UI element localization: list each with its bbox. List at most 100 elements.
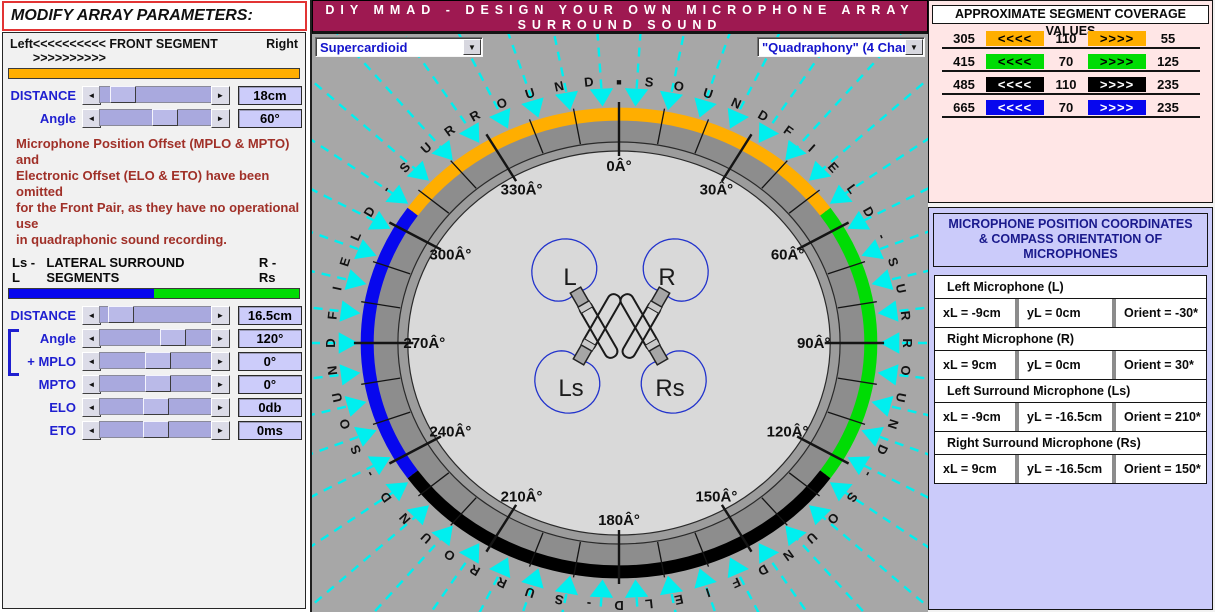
- dropdown-arrow-icon[interactable]: ▼: [905, 39, 923, 55]
- slider-label: ETO: [6, 423, 82, 438]
- soundfield-arrowhead-icon: [785, 526, 807, 547]
- ring-letter: N: [885, 417, 902, 431]
- ring-letter: O: [898, 365, 914, 377]
- slider-right-arrow-icon[interactable]: ►: [211, 109, 230, 128]
- coverage-row: 485<<<<110>>>>235: [942, 76, 1200, 95]
- degree-label: 60Â°: [771, 246, 805, 264]
- slider-row: Angle◄►120°: [6, 328, 302, 349]
- modify-array-parameters-panel: MODIFY ARRAY PARAMETERS: Left <<<<<<<<<<…: [0, 0, 312, 612]
- slider-thumb[interactable]: [110, 86, 136, 103]
- soundfield-arrow-icon: [819, 514, 928, 612]
- slider-thumb[interactable]: [143, 421, 169, 438]
- soundfield-arrow-icon: [766, 553, 879, 612]
- coverage-from: 665: [942, 100, 986, 115]
- slider[interactable]: ◄►: [82, 109, 230, 128]
- soundfield-arrow-icon: [312, 514, 419, 612]
- dropdown-arrow-icon[interactable]: ▼: [463, 39, 481, 55]
- soundfield-arrowhead-icon: [459, 543, 479, 564]
- slider[interactable]: ◄►: [82, 375, 230, 394]
- soundfield-arrow-icon: [312, 234, 354, 282]
- ring-letter: R: [900, 338, 915, 348]
- slider-right-arrow-icon[interactable]: ►: [211, 86, 230, 105]
- slider-thumb[interactable]: [152, 109, 178, 126]
- slider-track[interactable]: [99, 329, 213, 346]
- mic-orient-value: Orient = 150*: [1116, 455, 1206, 483]
- ring-letter: D: [583, 74, 594, 90]
- slider-right-arrow-icon[interactable]: ►: [211, 306, 230, 325]
- mic-orient-value: Orient = -30*: [1116, 299, 1206, 327]
- coverage-left-arrows: <<<<: [986, 31, 1044, 46]
- slider-thumb[interactable]: [160, 329, 186, 346]
- ring-letter: -: [861, 469, 876, 480]
- slider[interactable]: ◄►: [82, 329, 230, 348]
- slider-thumb[interactable]: [143, 398, 169, 415]
- slider-thumb[interactable]: [108, 306, 134, 323]
- slider-value: 0db: [238, 398, 302, 417]
- soundfield-area: ■SOUNDFIELD-SURROUND-SOUNDFIELD-SURROUND…: [312, 34, 928, 612]
- slider-thumb[interactable]: [145, 352, 171, 369]
- degree-label: 90Â°: [797, 334, 831, 352]
- mic-y-value: yL = -16.5cm: [1019, 403, 1116, 431]
- coverage-left-arrows: <<<<: [986, 54, 1044, 69]
- slider-right-arrow-icon[interactable]: ►: [211, 398, 230, 417]
- lateral-sliders: DISTANCE◄►16.5cmAngle◄►120°+ MPLO◄►0°MPT…: [6, 305, 302, 441]
- mic-y-value: yL = 0cm: [1019, 351, 1116, 379]
- soundfield-arrowhead-icon: [878, 364, 899, 385]
- mic-x-value: xL = 9cm: [935, 351, 1019, 379]
- polar-pattern-dropdown[interactable]: Supercardioid ▼: [315, 37, 483, 57]
- slider[interactable]: ◄►: [82, 86, 230, 105]
- slider-right-arrow-icon[interactable]: ►: [211, 329, 230, 348]
- slider[interactable]: ◄►: [82, 421, 230, 440]
- ring-letter: S: [885, 255, 902, 268]
- mic-y-value: yL = -16.5cm: [1019, 455, 1116, 483]
- slider-thumb[interactable]: [145, 375, 171, 392]
- slider[interactable]: ◄►: [82, 306, 230, 325]
- ring-letter: S: [347, 442, 364, 456]
- slider[interactable]: ◄►: [82, 398, 230, 417]
- coverage-span: 110: [1044, 77, 1088, 92]
- soundfield-arrowhead-icon: [521, 97, 543, 117]
- offset-warning-text: Microphone Position Offset (MPLO & MPTO)…: [16, 136, 300, 248]
- degree-label: 210Â°: [501, 487, 543, 505]
- soundfield-arrowhead-icon: [340, 364, 361, 385]
- front-segment-color-bar: [8, 68, 300, 79]
- degree-label: 330Â°: [501, 181, 543, 199]
- ring-letter: F: [781, 122, 796, 139]
- slider-right-arrow-icon[interactable]: ►: [211, 375, 230, 394]
- lateral-right-label: R - Rs: [259, 255, 296, 285]
- ring-letter: U: [329, 391, 346, 403]
- coverage-to: 235: [1146, 100, 1190, 115]
- soundfield-arrowhead-icon: [521, 568, 543, 588]
- channel-mode-dropdown[interactable]: "Quadraphony" (4 Channels ▼: [757, 37, 925, 57]
- coverage-panel-title: APPROXIMATE SEGMENT COVERAGE VALUES: [932, 5, 1209, 24]
- mic-x-value: xL = -9cm: [935, 299, 1019, 327]
- slider-right-arrow-icon[interactable]: ►: [211, 352, 230, 371]
- ring-letter: U: [893, 391, 910, 403]
- mic-y-value: yL = 0cm: [1019, 299, 1116, 327]
- coverage-row: 305<<<<110>>>>55: [942, 30, 1200, 49]
- slider-right-arrow-icon[interactable]: ►: [211, 421, 230, 440]
- front-segment-header: Left <<<<<<<<<< FRONT SEGMENT >>>>>>>>>>…: [6, 36, 302, 65]
- soundfield-arrow-icon: [736, 568, 826, 612]
- coverage-from: 485: [942, 77, 986, 92]
- mic-section-header: Right Surround Microphone (Rs): [935, 432, 1206, 455]
- slider[interactable]: ◄►: [82, 352, 230, 371]
- coverage-rows: 305<<<<110>>>>55415<<<<70>>>>125485<<<<1…: [942, 30, 1200, 118]
- mic-orient-value: Orient = 210*: [1116, 403, 1206, 431]
- coordinates-title-line2: & COMPASS ORIENTATION OF MICROPHONES: [934, 232, 1207, 262]
- soundfield-arrowhead-icon: [785, 140, 807, 161]
- ring-letter: D: [755, 561, 771, 579]
- coverage-left-arrows: <<<<: [986, 100, 1044, 115]
- soundfield-arrowhead-icon: [872, 396, 894, 417]
- coverage-to: 235: [1146, 77, 1190, 92]
- ring-letter: R: [441, 121, 458, 139]
- coverage-to: 55: [1146, 31, 1190, 46]
- polar-pattern-value: Supercardioid: [320, 39, 464, 56]
- soundfield-arrowhead-icon: [590, 580, 613, 598]
- mic-x-value: xL = 9cm: [935, 455, 1019, 483]
- coverage-from: 305: [942, 31, 986, 46]
- lateral-left-label: Ls - L: [12, 255, 46, 285]
- ring-letter: I: [806, 141, 819, 155]
- ring-letter: ■: [616, 77, 621, 87]
- ring-letter: -: [875, 231, 890, 241]
